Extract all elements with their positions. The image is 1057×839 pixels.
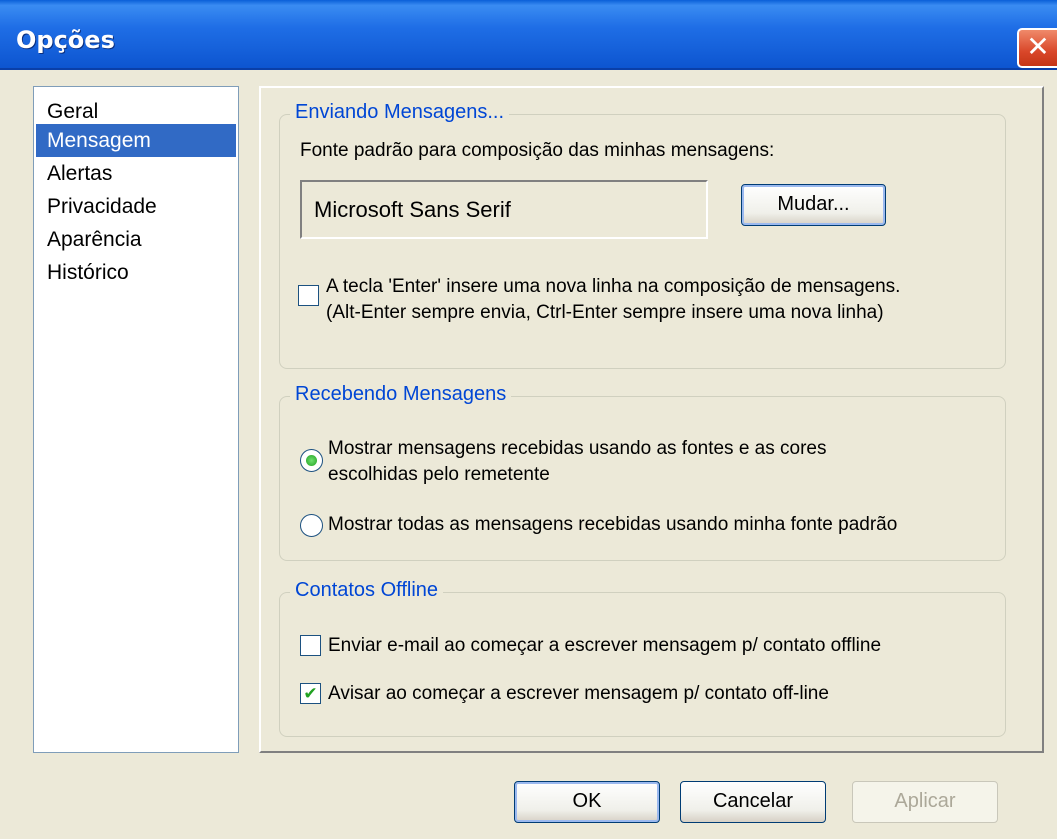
enter-newline-hint: (Alt-Enter sempre envia, Ctrl-Enter semp… [326,302,884,323]
nav-item-historico[interactable]: Histórico [36,256,236,289]
sending-group: Enviando Mensagens... Fonte padrão para … [279,101,1006,369]
sender-fonts-radio[interactable] [300,449,323,472]
nav-item-privacidade[interactable]: Privacidade [36,190,236,223]
nav-item-mensagem[interactable]: Mensagem [36,124,236,157]
warn-offline-label[interactable]: Avisar ao começar a escrever mensagem p/… [328,682,829,706]
font-label: Fonte padrão para composição das minhas … [300,140,775,161]
title-bar: Opções ✕ [0,0,1057,70]
enter-newline-checkbox[interactable] [298,285,319,306]
offline-group: Contatos Offline Enviar e-mail ao começa… [279,579,1006,737]
cancel-button[interactable]: Cancelar [680,781,826,823]
sender-fonts-label-line2[interactable]: escolhidas pelo remetente [328,463,550,487]
nav-item-alertas[interactable]: Alertas [36,157,236,190]
offline-legend: Contatos Offline [290,579,444,602]
close-icon[interactable]: ✕ [1017,28,1057,68]
receiving-legend: Recebendo Mensagens [290,383,512,406]
ok-button[interactable]: OK [514,781,660,823]
default-font-label[interactable]: Mostrar todas as mensagens recebidas usa… [328,513,897,537]
nav-item-aparencia[interactable]: Aparência [36,223,236,256]
font-display: Microsoft Sans Serif [300,180,708,239]
default-font-radio[interactable] [300,514,323,537]
category-list[interactable]: Geral Mensagem Alertas Privacidade Aparê… [33,86,239,753]
change-font-button[interactable]: Mudar... [741,184,886,226]
apply-button: Aplicar [852,781,998,823]
sender-fonts-label[interactable]: Mostrar mensagens recebidas usando as fo… [328,437,827,461]
warn-offline-checkbox[interactable]: ✔ [300,683,321,704]
enter-newline-label[interactable]: A tecla 'Enter' insere uma nova linha na… [326,275,900,299]
radio-selected-dot [306,455,317,466]
receiving-group: Recebendo Mensagens Mostrar mensagens re… [279,383,1006,561]
sending-legend: Enviando Mensagens... [290,101,510,124]
options-panel: Enviando Mensagens... Fonte padrão para … [259,86,1044,753]
window-title: Opções [16,26,115,54]
email-offline-checkbox[interactable] [300,635,321,656]
email-offline-label[interactable]: Enviar e-mail ao começar a escrever mens… [328,634,881,658]
